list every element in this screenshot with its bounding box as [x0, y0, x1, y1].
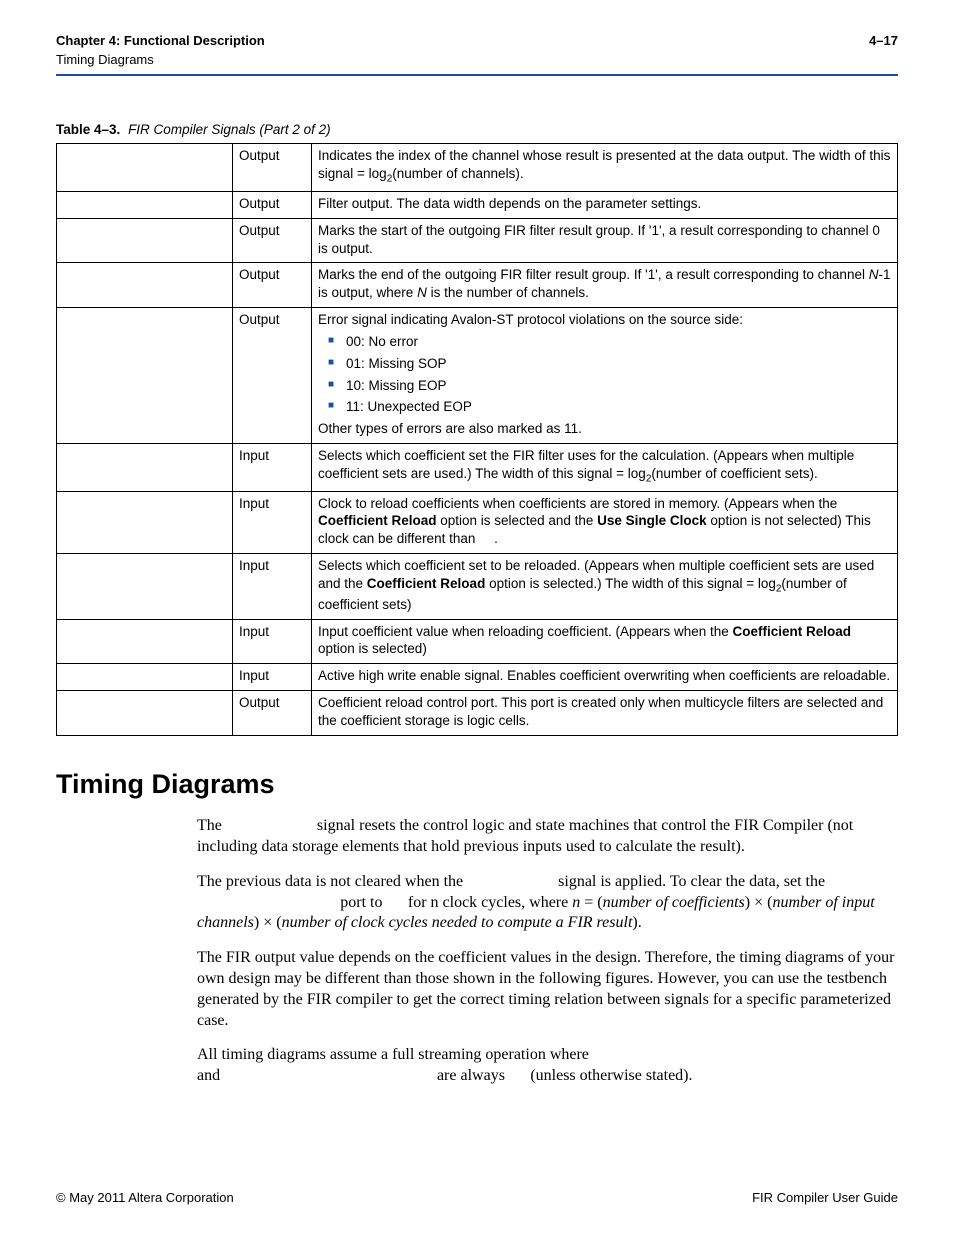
page: Chapter 4: Functional Description Timing… — [0, 0, 954, 1235]
signal-name-cell — [57, 554, 233, 620]
table-row: OutputMarks the end of the outgoing FIR … — [57, 263, 898, 308]
table-row: InputClock to reload coefficients when c… — [57, 491, 898, 553]
signal-name-cell — [57, 491, 233, 553]
description-cell: Error signal indicating Avalon-ST protoc… — [312, 308, 898, 444]
description-cell: Marks the end of the outgoing FIR filter… — [312, 263, 898, 308]
signal-name-cell — [57, 192, 233, 219]
signal-name-cell — [57, 664, 233, 691]
description-cell: Marks the start of the outgoing FIR filt… — [312, 218, 898, 263]
subsection-label: Timing Diagrams — [56, 51, 265, 69]
direction-cell: Input — [233, 664, 312, 691]
paragraph-1: The signal resets the control logic and … — [197, 816, 898, 858]
description-cell: Selects which coefficient set the FIR fi… — [312, 443, 898, 491]
direction-cell: Output — [233, 308, 312, 444]
description-cell: Active high write enable signal. Enables… — [312, 664, 898, 691]
table-row: OutputFilter output. The data width depe… — [57, 192, 898, 219]
description-cell: Input coefficient value when reloading c… — [312, 619, 898, 664]
direction-cell: Output — [233, 263, 312, 308]
table-row: OutputIndicates the index of the channel… — [57, 144, 898, 192]
page-footer: © May 2011 Altera Corporation FIR Compil… — [56, 1189, 898, 1207]
signal-name-cell — [57, 308, 233, 444]
paragraph-4: All timing diagrams assume a full stream… — [197, 1045, 898, 1087]
table-row: InputSelects which coefficient set the F… — [57, 443, 898, 491]
direction-cell: Input — [233, 443, 312, 491]
header-rule — [56, 74, 898, 76]
description-cell: Filter output. The data width depends on… — [312, 192, 898, 219]
header-left: Chapter 4: Functional Description Timing… — [56, 32, 265, 68]
direction-cell: Output — [233, 144, 312, 192]
table-caption: Table 4–3. FIR Compiler Signals (Part 2 … — [56, 121, 898, 139]
page-header: Chapter 4: Functional Description Timing… — [56, 32, 898, 68]
description-cell: Indicates the index of the channel whose… — [312, 144, 898, 192]
direction-cell: Output — [233, 218, 312, 263]
signals-table: OutputIndicates the index of the channel… — [56, 143, 898, 735]
direction-cell: Output — [233, 691, 312, 736]
body-text: The signal resets the control logic and … — [197, 816, 898, 1087]
direction-cell: Input — [233, 619, 312, 664]
table-row: OutputMarks the start of the outgoing FI… — [57, 218, 898, 263]
signal-name-cell — [57, 144, 233, 192]
signal-name-cell — [57, 218, 233, 263]
table-label: Table 4–3. — [56, 122, 120, 137]
table-row: InputSelects which coefficient set to be… — [57, 554, 898, 620]
description-cell: Selects which coefficient set to be relo… — [312, 554, 898, 620]
chapter-label: Chapter 4: Functional Description — [56, 32, 265, 50]
table-row: OutputError signal indicating Avalon-ST … — [57, 308, 898, 444]
direction-cell: Output — [233, 192, 312, 219]
footer-right: FIR Compiler User Guide — [752, 1189, 898, 1207]
paragraph-2: The previous data is not cleared when th… — [197, 872, 898, 934]
table-row: OutputCoefficient reload control port. T… — [57, 691, 898, 736]
signal-name-cell — [57, 691, 233, 736]
table-row: InputInput coefficient value when reload… — [57, 619, 898, 664]
section-heading: Timing Diagrams — [56, 766, 898, 802]
table-row: InputActive high write enable signal. En… — [57, 664, 898, 691]
signal-name-cell — [57, 619, 233, 664]
direction-cell: Input — [233, 554, 312, 620]
footer-left: © May 2011 Altera Corporation — [56, 1189, 234, 1207]
page-number: 4–17 — [869, 32, 898, 50]
paragraph-3: The FIR output value depends on the coef… — [197, 948, 898, 1031]
description-cell: Coefficient reload control port. This po… — [312, 691, 898, 736]
signal-name-cell — [57, 443, 233, 491]
table-desc: FIR Compiler Signals (Part 2 of 2) — [128, 122, 331, 137]
direction-cell: Input — [233, 491, 312, 553]
description-cell: Clock to reload coefficients when coeffi… — [312, 491, 898, 553]
signal-name-cell — [57, 263, 233, 308]
